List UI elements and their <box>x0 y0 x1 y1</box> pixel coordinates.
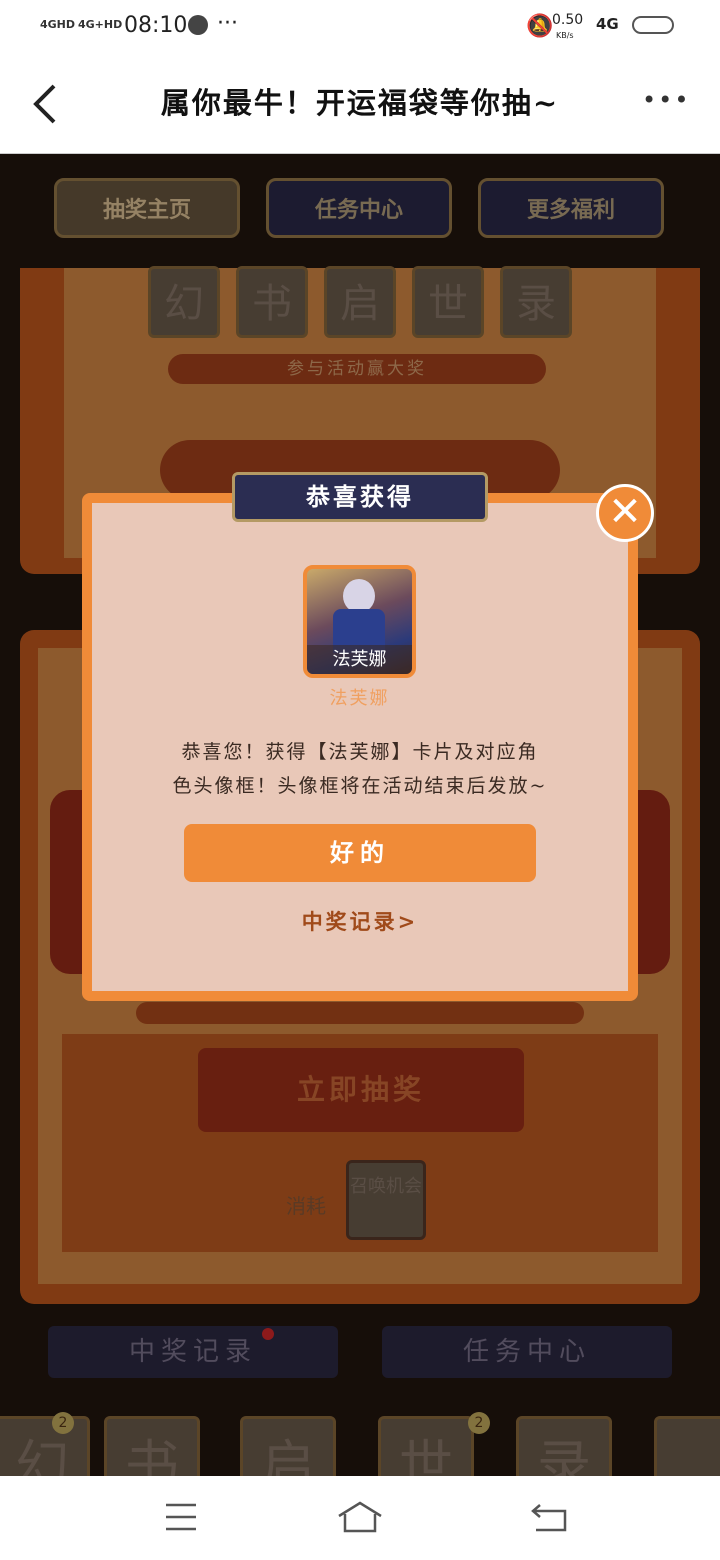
mute-bell-icon: 🔕 <box>526 14 554 39</box>
home-icon[interactable] <box>336 1500 384 1538</box>
back-icon[interactable] <box>30 82 58 130</box>
status-bar: 4GHD 4G+HD 08:10 ··· 🔕 0.50 KB/s 4G <box>0 0 720 56</box>
back-nav-icon[interactable] <box>530 1502 568 1536</box>
system-nav-bar <box>0 1476 720 1560</box>
more-menu-icon[interactable]: ••• <box>642 86 690 114</box>
clock: 08:10 <box>124 13 188 38</box>
battery-icon <box>632 16 674 34</box>
win-record-link[interactable]: 中奖记录> <box>250 906 470 936</box>
net-type-label: 4G <box>596 15 619 33</box>
reward-message-line1: 恭喜您！获得【法芙娜】卡片及对应角 <box>181 741 539 763</box>
card-name: 法芙娜 <box>329 688 390 709</box>
nav-bar: 属你最牛！开运福袋等你抽~ ••• <box>0 56 720 154</box>
signal-1-label: 4GHD <box>40 18 76 31</box>
card-label: 法芙娜 <box>307 645 412 674</box>
browser-icon <box>188 15 208 35</box>
ok-button[interactable]: 好的 <box>184 824 536 882</box>
close-icon[interactable]: ✕ <box>596 484 654 542</box>
character-card: 法芙娜 <box>303 565 416 678</box>
menu-icon[interactable] <box>164 1502 198 1536</box>
more-dots-icon: ··· <box>217 11 238 36</box>
signal-2-label: 4G+HD <box>78 18 123 31</box>
reward-message-line2: 色头像框！头像框将在活动结束后发放~ <box>172 775 548 797</box>
page-title: 属你最牛！开运福袋等你抽~ <box>160 86 560 120</box>
modal-banner: 恭喜获得 <box>232 472 488 522</box>
character-head <box>343 579 375 613</box>
network-unit: KB/s <box>556 31 574 40</box>
network-speed: 0.50 <box>552 12 584 28</box>
